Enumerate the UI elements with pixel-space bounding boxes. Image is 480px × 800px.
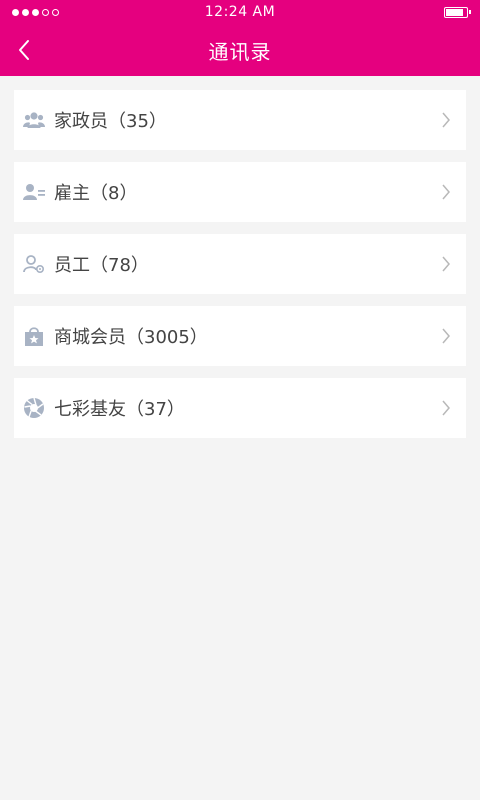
staff-gear-icon <box>23 253 45 275</box>
chevron-right-icon <box>436 326 456 346</box>
app-header: 12:24 AM 通讯录 <box>0 0 480 76</box>
contact-category-list: 家政员（35） 雇主（8） 员工（78） 商城会员（3005） 七彩基友（37） <box>0 76 480 438</box>
status-time: 12:24 AM <box>204 4 276 20</box>
contact-category-label: 七彩基友（37） <box>54 399 185 420</box>
shop-bag-icon <box>23 325 45 347</box>
contact-category-label: 商城会员（3005） <box>54 327 208 348</box>
nav-bar: 通讯录 <box>0 24 480 76</box>
contact-category-mall-members[interactable]: 商城会员（3005） <box>14 306 466 366</box>
chevron-right-icon <box>436 254 456 274</box>
contact-category-label: 家政员（35） <box>54 111 167 132</box>
battery-level <box>446 8 463 16</box>
contact-category-label: 员工（78） <box>54 255 149 276</box>
contact-category-employers[interactable]: 雇主（8） <box>14 162 466 222</box>
back-button[interactable] <box>10 36 38 64</box>
contact-category-housekeepers[interactable]: 家政员（35） <box>14 90 466 150</box>
contact-category-label: 雇主（8） <box>54 183 138 204</box>
battery-icon <box>444 6 471 18</box>
page-title: 通讯录 <box>208 39 272 64</box>
employer-card-icon <box>23 181 45 203</box>
aperture-icon <box>23 397 45 419</box>
status-bar: 12:24 AM <box>0 0 480 24</box>
chevron-left-icon <box>19 40 29 60</box>
contact-category-staff[interactable]: 员工（78） <box>14 234 466 294</box>
chevron-right-icon <box>436 110 456 130</box>
chevron-right-icon <box>436 182 456 202</box>
contact-category-friends[interactable]: 七彩基友（37） <box>14 378 466 438</box>
group-icon <box>23 109 45 131</box>
chevron-right-icon <box>436 398 456 418</box>
